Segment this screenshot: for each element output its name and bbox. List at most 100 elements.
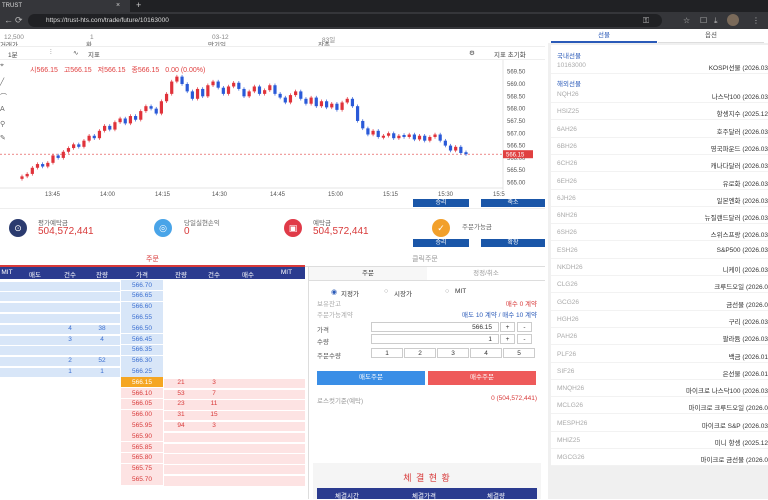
interval-select[interactable]: 1분 [8, 49, 18, 59]
tab-options[interactable]: 옵션 [658, 29, 764, 43]
instrument-row[interactable]: HGH26 구리 (2026.03 [551, 311, 768, 328]
downloads-icon[interactable]: ⤓ [714, 12, 718, 29]
qty-preset-3[interactable]: 3 [437, 348, 469, 358]
ask-row[interactable]: 566.60 [0, 301, 305, 313]
back-icon[interactable]: ← [4, 12, 13, 29]
ask-row[interactable]: 566.65 [0, 290, 305, 302]
ask-price[interactable]: 566.50 [121, 323, 163, 334]
candlestick-svg[interactable]: 569.50 569.00 568.50 568.00 567.50 567.00 566.… [0, 60, 545, 198]
bid-row[interactable]: 565.70 [0, 474, 305, 486]
ask-price[interactable]: 566.55 [121, 312, 163, 323]
instrument-row[interactable]: MESPH26 마이크로 S&P (2026.03 [551, 415, 768, 432]
qty-preset-5[interactable]: 5 [503, 348, 535, 358]
ask-row[interactable]: 2 52 566.30 [0, 355, 305, 367]
bid-row[interactable]: 566.10 53 7 [0, 388, 305, 400]
bid-row[interactable]: 566.00 31 15 [0, 409, 305, 422]
quantity-minus-button[interactable]: - [517, 334, 532, 344]
account-right-button[interactable]: 확장 [481, 239, 545, 247]
ask-row[interactable]: 566.70 [0, 280, 305, 291]
price-chart[interactable]: 시566.15 고566.15 저566.15 종566.15 0.00 (0.… [0, 60, 545, 198]
refresh-icon[interactable]: ⟳ [15, 12, 23, 29]
buy-order-button[interactable]: 매수주문 [428, 371, 536, 385]
sell-order-button[interactable]: 매도주문 [317, 371, 425, 385]
price-minus-button[interactable]: - [517, 322, 532, 332]
ask-price[interactable]: 566.30 [121, 355, 163, 366]
chart-buy-button[interactable]: 승리 [413, 199, 469, 207]
bid-price[interactable]: 566.00 [121, 409, 163, 420]
instrument-row[interactable]: MHIZ25 미니 항셍 (2025.12 [551, 432, 768, 449]
extensions-icon[interactable]: ☐ [700, 12, 707, 29]
indicator-button[interactable]: 지표 [88, 49, 100, 59]
radio-mit[interactable]: ○ [445, 288, 449, 295]
instrument-row[interactable]: MCLG26 마이크로 크루드오일 (2026.0 [551, 397, 768, 415]
instrument-row[interactable]: 6CH26 캐나다달러 (2026.03 [551, 155, 768, 173]
bid-row[interactable]: 566.15 21 3 [0, 377, 305, 389]
bid-price[interactable]: 565.95 [121, 420, 163, 431]
instrument-row[interactable]: GCG26 금선물 (2026.0 [551, 294, 768, 311]
instrument-row[interactable]: 6BH26 영국파운드 (2026.03 [551, 138, 768, 155]
ask-row[interactable]: 4 38 566.50 [0, 323, 305, 334]
bid-price[interactable]: 565.90 [121, 431, 163, 442]
chart-sell-button[interactable]: 축소 [481, 199, 545, 207]
browser-tab[interactable]: TRUST × [0, 0, 130, 12]
crosshair-icon[interactable]: ⌖ [0, 62, 4, 70]
ask-price[interactable]: 566.70 [121, 280, 163, 291]
bid-row[interactable]: 566.05 23 11 [0, 398, 305, 411]
key-icon[interactable]: ⚿ [643, 12, 649, 29]
tab-click-order[interactable]: 클릭주문 [305, 253, 545, 267]
instrument-row[interactable]: CLG26 크루드오일 (2026.0 [551, 276, 768, 294]
instrument-row[interactable]: 6SH26 스위스프랑 (2026.03 [551, 224, 768, 242]
chart-type-icon[interactable]: ⫶ [50, 49, 52, 57]
instrument-row[interactable]: 10163000 KOSPI선물 (2026.03 [551, 57, 768, 74]
bid-row[interactable]: 565.80 [0, 452, 305, 465]
bid-price[interactable]: 566.15 [121, 377, 163, 388]
bid-row[interactable]: 565.75 [0, 463, 305, 476]
instrument-row[interactable]: MGCG26 마이크로 금선물 (2026.0 [551, 449, 768, 467]
ask-row[interactable]: 566.55 [0, 312, 305, 324]
instrument-row[interactable]: PLF26 백금 (2026.01 [551, 346, 768, 363]
instrument-row[interactable]: NKDH26 니케이 (2026.03 [551, 259, 768, 276]
tab-new-order[interactable]: 주문 [309, 267, 427, 281]
ask-row[interactable]: 566.35 [0, 344, 305, 356]
radio-limit[interactable]: ◉ [331, 288, 337, 296]
shape-tool-icon[interactable]: ⌒ [0, 92, 7, 102]
line-tool-icon[interactable]: ╱ [0, 78, 4, 86]
bid-price[interactable]: 566.10 [121, 388, 163, 399]
bid-row[interactable]: 565.85 [0, 442, 305, 454]
radio-market[interactable]: ○ [384, 288, 388, 295]
bid-price[interactable]: 565.80 [121, 452, 163, 464]
quantity-plus-button[interactable]: + [500, 334, 515, 344]
ask-price[interactable]: 566.35 [121, 344, 163, 356]
bid-price[interactable]: 566.05 [121, 398, 163, 410]
profile-avatar[interactable] [727, 14, 739, 26]
bid-row[interactable]: 565.95 94 3 [0, 420, 305, 432]
instrument-row[interactable]: 6NH26 뉴질랜드달러 (2026.03 [551, 207, 768, 225]
instrument-row[interactable]: NQH26 나스닥100 (2026.03 [551, 86, 768, 103]
instrument-row[interactable]: PAH26 팔라듐 (2026.03 [551, 328, 768, 346]
bid-price[interactable]: 565.85 [121, 442, 163, 453]
instrument-row[interactable]: 6AH26 호주달러 (2026.03 [551, 121, 768, 138]
bid-price[interactable]: 565.70 [121, 474, 163, 485]
instrument-row[interactable]: MNQH26 마이크로 나스닥100 (2026.03 [551, 380, 768, 398]
ask-price[interactable]: 566.60 [121, 301, 163, 312]
qty-preset-1[interactable]: 1 [371, 348, 403, 358]
quantity-input[interactable]: 1 [371, 334, 499, 344]
indicator-icon[interactable]: ∿ [73, 49, 78, 57]
reset-indicator-button[interactable]: 지표 초기화 [494, 49, 526, 59]
ask-price[interactable]: 566.45 [121, 334, 163, 345]
instrument-row[interactable]: ESH26 S&P500 (2026.03 [551, 242, 768, 259]
instrument-row[interactable]: 6EH26 유로화 (2026.03 [551, 173, 768, 190]
url-field[interactable]: https://trust-hts.com/trade/future/10163… [28, 14, 662, 27]
bid-row[interactable]: 565.90 [0, 431, 305, 443]
pencil-icon[interactable]: ✎ [0, 134, 6, 142]
ask-row[interactable]: 1 1 566.25 [0, 366, 305, 378]
instrument-row[interactable]: HSIZ25 항셍지수 (2025.12 [551, 103, 768, 121]
tab-futures[interactable]: 선물 [551, 29, 657, 43]
qty-preset-2[interactable]: 2 [404, 348, 436, 358]
tab-order[interactable]: 주문 [0, 253, 305, 267]
qty-preset-4[interactable]: 4 [470, 348, 502, 358]
instrument-row[interactable]: SIF26 은선물 (2026.01 [551, 363, 768, 380]
bid-price[interactable]: 565.75 [121, 463, 163, 474]
star-icon[interactable]: ☆ [683, 12, 690, 29]
ask-price[interactable]: 566.25 [121, 366, 163, 377]
